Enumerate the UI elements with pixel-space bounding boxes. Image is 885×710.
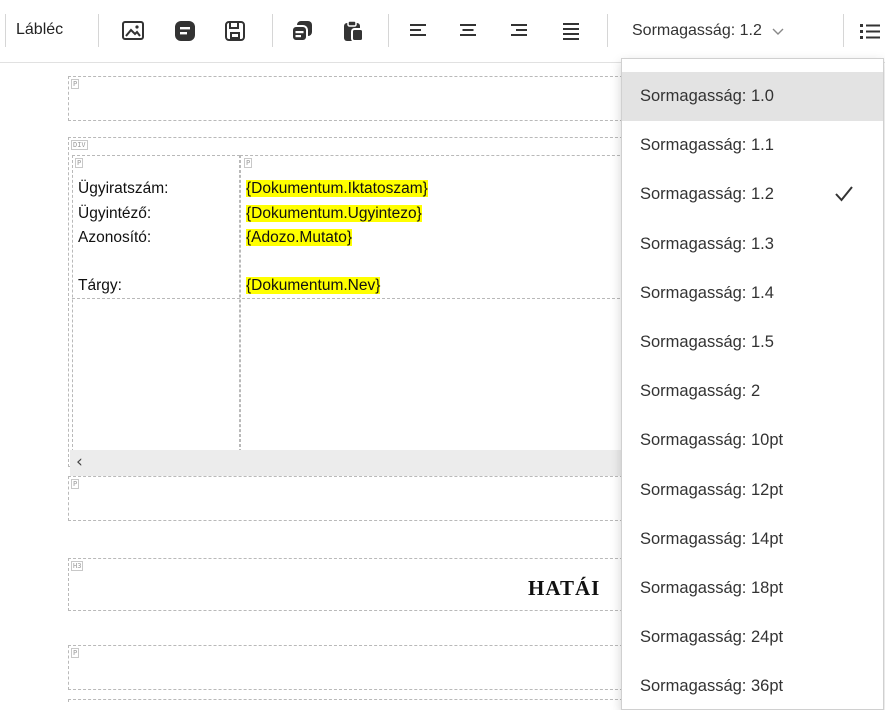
copy-button[interactable] [285, 14, 319, 48]
line-height-option[interactable]: Sormagasság: 18pt [622, 564, 883, 613]
list-icon [860, 24, 880, 39]
paste-button[interactable] [336, 14, 370, 48]
line-height-option-label: Sormagasság: 18pt [640, 579, 784, 597]
line-height-option-label: Sormagasság: 1.5 [640, 333, 774, 351]
paragraph-block[interactable]: P [68, 76, 628, 121]
field-label-ugyintezo: Ügyintéző: [78, 205, 152, 222]
image-icon [122, 21, 144, 40]
line-height-option[interactable]: Sormagasság: 1.1 [622, 121, 883, 170]
save-icon [225, 21, 245, 41]
copy-icon [291, 21, 312, 42]
line-height-option-label: Sormagasság: 1.3 [640, 234, 774, 253]
paste-icon [344, 20, 364, 42]
toolbar-separator [607, 14, 608, 47]
field-value-iktatoszam[interactable]: {Dokumentum.Iktatoszam} [246, 180, 428, 197]
horizontal-scrollbar[interactable]: ‹ [70, 450, 622, 476]
field-label-targy: Tárgy: [78, 277, 122, 294]
line-height-option-label: Sormagasság: 14pt [640, 529, 784, 548]
align-right-icon [511, 24, 527, 36]
line-height-option-label: Sormagasság: 1.1 [640, 136, 774, 155]
line-height-option[interactable]: Sormagasság: 14pt [622, 515, 883, 564]
line-height-option-label: Sormagasság: 12pt [640, 480, 784, 499]
line-height-option[interactable]: Sormagasság: 36pt [622, 662, 883, 709]
checkmark-icon [835, 186, 853, 202]
field-value-mutato[interactable]: {Adozo.Mutato} [246, 229, 352, 246]
line-height-option-label: Sormagasság: 2 [640, 382, 761, 401]
line-height-option[interactable]: Sormagasság: 1.3 [622, 220, 883, 269]
line-height-option-label: Sormagasság: 36pt [640, 677, 784, 696]
line-height-option[interactable]: Sormagasság: 1.5 [622, 318, 883, 367]
toolbar-separator [272, 14, 273, 47]
line-height-option[interactable]: Sormagasság: 12pt [622, 466, 883, 515]
line-height-option[interactable]: Sormagasság: 1.2 [622, 170, 883, 219]
line-height-dropdown-button[interactable]: Sormagasság: 1.2 [622, 10, 842, 52]
footer-button[interactable]: Lábléc [16, 21, 63, 39]
insert-image-button[interactable] [116, 14, 150, 48]
toolbar-separator [98, 14, 99, 47]
align-justify-button[interactable] [554, 14, 588, 48]
save-button[interactable] [218, 14, 252, 48]
align-left-icon [410, 24, 426, 36]
align-right-button[interactable] [502, 14, 536, 48]
align-center-icon [460, 24, 476, 36]
toolbar-separator [388, 14, 389, 47]
line-height-option-label: Sormagasság: 1.2 [640, 185, 774, 204]
heading-text: HATÁI [528, 576, 601, 600]
field-label-ugyiratszam: Ügyiratszám: [78, 180, 169, 197]
line-height-option[interactable]: Sormagasság: 10pt [622, 416, 883, 465]
line-height-option[interactable]: Sormagasság: 1.0 [622, 72, 883, 121]
line-height-option[interactable]: Sormagasság: 2 [622, 367, 883, 416]
paragraph-block[interactable]: P [68, 476, 628, 521]
field-value-ugyintezo[interactable]: {Dokumentum.Ugyintezo} [246, 205, 422, 222]
block-tag-p: P [71, 648, 80, 658]
line-height-current-value: Sormagasság: 1.2 [632, 22, 762, 39]
line-height-option[interactable]: Sormagasság: 24pt [622, 613, 883, 662]
block-tag-h3: H3 [71, 561, 84, 571]
line-height-dropdown-menu: Sormagasság: 1.0 Sormagasság: 1.1 Sormagas… [621, 58, 884, 710]
scroll-left-icon[interactable]: ‹ [76, 452, 83, 472]
field-value-nev[interactable]: {Dokumentum.Nev} [246, 277, 381, 294]
document-block-icon [175, 21, 195, 41]
align-justify-icon [563, 23, 579, 40]
block-tag-p: P [71, 479, 80, 489]
toolbar: Lábléc Sormagasság: 1.2 [0, 0, 885, 63]
toolbar-separator [5, 14, 6, 47]
toolbar-separator [843, 14, 844, 47]
chevron-down-icon [772, 24, 784, 39]
paragraph-block[interactable]: P [68, 645, 628, 690]
paragraph-style-button[interactable] [168, 14, 202, 48]
line-height-option[interactable]: Sormagasság: 1.4 [622, 269, 883, 318]
line-height-option-label: Sormagasság: 24pt [640, 628, 784, 647]
line-height-option-label: Sormagasság: 1.0 [640, 87, 774, 105]
align-center-button[interactable] [451, 14, 485, 48]
block-tag-div: DIV [71, 140, 88, 150]
block-tag-p: P [71, 79, 80, 89]
align-left-button[interactable] [401, 14, 435, 48]
line-height-option-label: Sormagasság: 1.4 [640, 283, 774, 302]
line-height-option-label: Sormagasság: 10pt [640, 431, 784, 450]
field-label-azonosito: Azonosító: [78, 229, 152, 246]
bulleted-list-button[interactable] [852, 14, 885, 48]
